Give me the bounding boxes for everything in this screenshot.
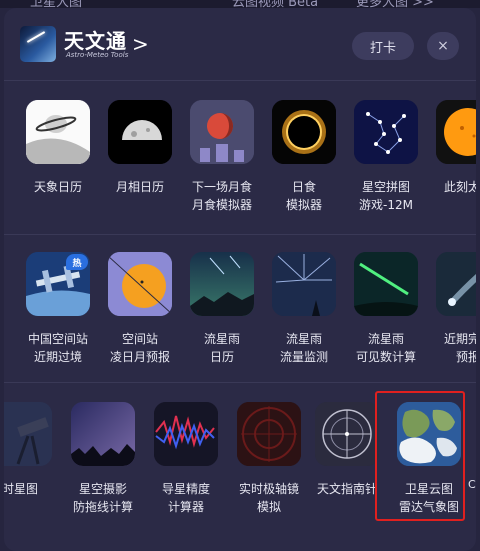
- row3-edge-text: C: [468, 478, 476, 491]
- star-photo-icon: [71, 402, 135, 466]
- panel-header: 天文通 Astro-Meteo Tools > 打卡 ×: [4, 8, 476, 80]
- selection-highlight: [375, 391, 465, 521]
- close-button[interactable]: ×: [427, 32, 459, 60]
- brand-subtitle: Astro-Meteo Tools: [66, 51, 129, 59]
- space-station-icon: 热: [26, 252, 90, 316]
- hot-badge: 热: [66, 254, 88, 270]
- top-strip: 卫星大图 云图视频 Beta 更多大图 >>: [0, 0, 480, 8]
- top-strip-right: 更多大图 >>: [356, 0, 434, 8]
- compass-icon: [315, 402, 379, 466]
- divider: [4, 382, 476, 383]
- telescope-icon: [4, 402, 52, 466]
- meteor-monitor-icon: [272, 252, 336, 316]
- comet-forecast-icon: [436, 252, 476, 316]
- divider: [4, 80, 476, 81]
- checkin-button[interactable]: 打卡: [352, 32, 414, 60]
- tool-label: 此刻太阳: [443, 180, 476, 194]
- solar-eclipse-icon: [272, 100, 336, 164]
- polar-scope-icon: [237, 402, 301, 466]
- divider: [4, 234, 476, 235]
- app-logo[interactable]: [20, 26, 56, 62]
- moon-phase-icon: [108, 100, 172, 164]
- brand-name[interactable]: 天文通: [64, 25, 127, 54]
- tool-label: 近期完整预报: [443, 332, 476, 364]
- lunar-eclipse-icon: [190, 100, 254, 164]
- meteor-calendar-icon: [190, 252, 254, 316]
- meteor-count-icon: [354, 252, 418, 316]
- top-strip-middle: 云图视频 Beta: [232, 0, 319, 8]
- station-transit-icon: [108, 252, 172, 316]
- guiding-graph-icon: [154, 402, 218, 466]
- constellation-icon: [354, 100, 418, 164]
- top-strip-left: 卫星大图: [30, 0, 83, 8]
- chevron-right-icon[interactable]: >: [132, 32, 149, 56]
- sun-now-icon: [436, 100, 476, 164]
- saturn-icon: [26, 100, 90, 164]
